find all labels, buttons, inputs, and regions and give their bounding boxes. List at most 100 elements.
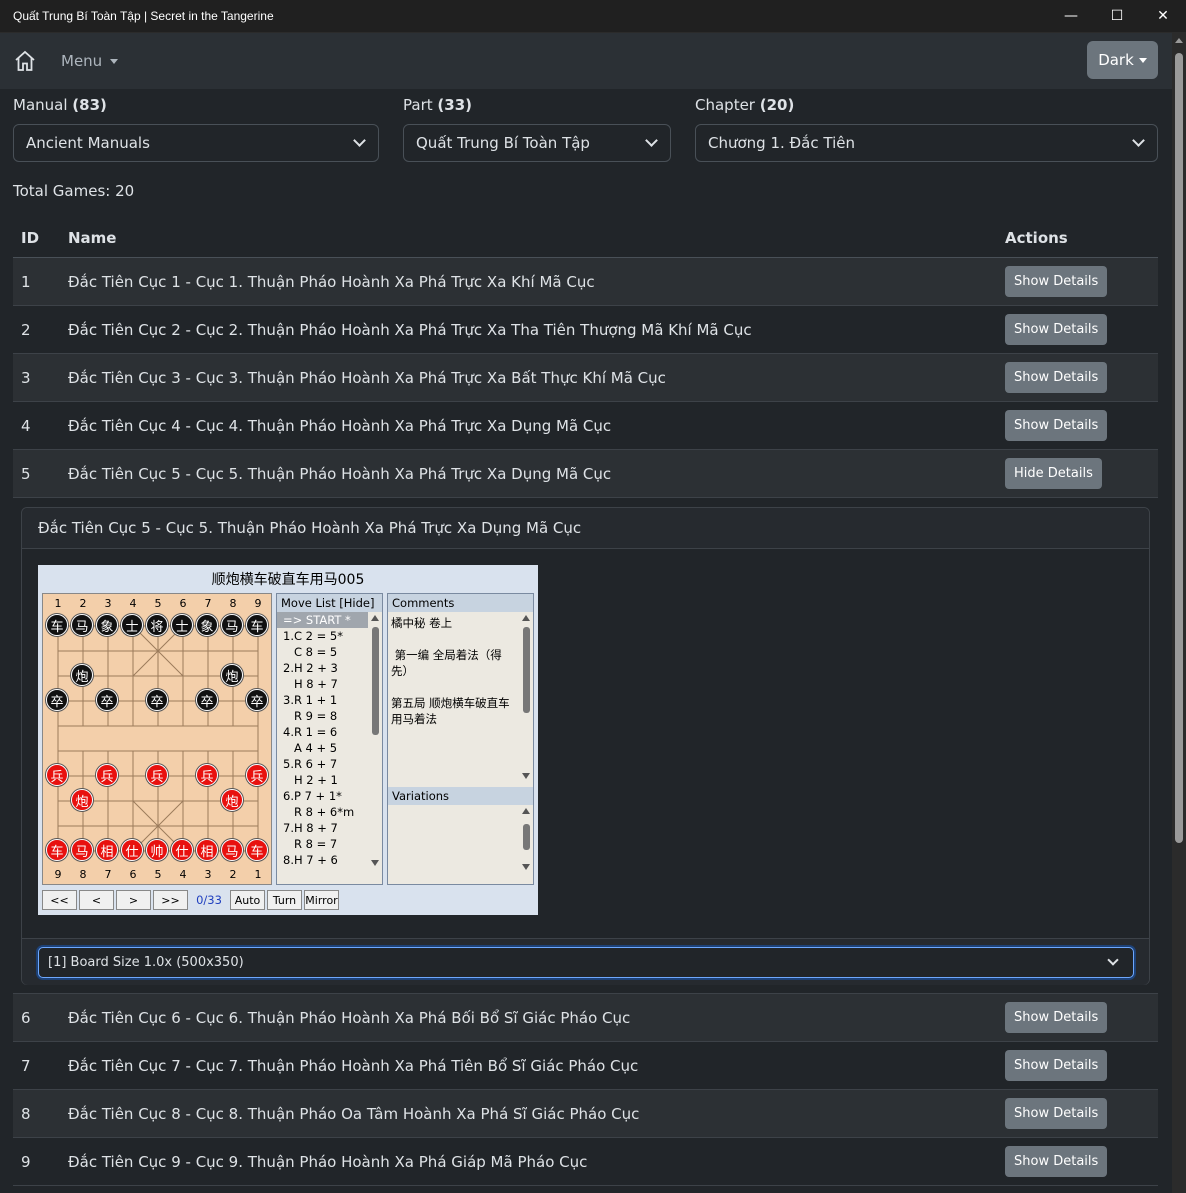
scrollbar-thumb[interactable] bbox=[523, 824, 530, 850]
red-piece[interactable]: 马 bbox=[71, 839, 93, 861]
black-piece[interactable]: 将 bbox=[146, 614, 168, 636]
black-piece[interactable]: 卒 bbox=[246, 689, 268, 711]
first-move-button[interactable]: << bbox=[42, 890, 77, 910]
table-row: 8 Đắc Tiên Cục 8 - Cục 8. Thuận Pháo Oa T… bbox=[13, 1090, 1158, 1138]
last-move-button[interactable]: >> bbox=[153, 890, 188, 910]
move-list-scrollbar[interactable] bbox=[369, 613, 382, 866]
red-piece[interactable]: 兵 bbox=[246, 764, 268, 786]
details-toggle-button[interactable]: Show Details bbox=[1005, 314, 1108, 345]
move-item[interactable]: H 8 + 7 bbox=[277, 676, 368, 692]
move-item[interactable]: H 2 + 1 bbox=[277, 772, 368, 788]
black-piece[interactable]: 车 bbox=[246, 614, 268, 636]
move-item[interactable]: => START * bbox=[277, 612, 368, 628]
variations-scrollbar[interactable] bbox=[520, 806, 533, 872]
games-table: ID Name Actions 1 Đắc Tiên Cục 1 - Cục 1.… bbox=[13, 218, 1158, 1186]
table-row: 6 Đắc Tiên Cục 6 - Cục 6. Thuận Pháo Hoàn… bbox=[13, 994, 1158, 1042]
scroll-up-icon[interactable] bbox=[522, 615, 530, 621]
next-move-button[interactable]: > bbox=[116, 890, 151, 910]
minimize-button[interactable]: — bbox=[1048, 0, 1094, 33]
part-select[interactable]: Quất Trung Bí Toàn Tập bbox=[403, 124, 671, 162]
red-piece[interactable]: 炮 bbox=[71, 789, 93, 811]
move-item[interactable]: R 8 + 6*m bbox=[277, 804, 368, 820]
move-list-header[interactable]: Move List [Hide] bbox=[277, 594, 382, 612]
red-piece[interactable]: 车 bbox=[46, 839, 68, 861]
red-piece[interactable]: 炮 bbox=[221, 789, 243, 811]
move-item[interactable]: A 4 + 5 bbox=[277, 740, 368, 756]
comments-scrollbar[interactable] bbox=[520, 613, 533, 781]
scroll-down-icon[interactable] bbox=[522, 773, 530, 779]
red-piece[interactable]: 相 bbox=[196, 839, 218, 861]
scroll-up-icon[interactable] bbox=[522, 808, 530, 814]
prev-move-button[interactable]: < bbox=[79, 890, 114, 910]
details-toggle-button[interactable]: Show Details bbox=[1005, 1050, 1108, 1081]
move-item[interactable]: R 8 = 7 bbox=[277, 836, 368, 852]
xiangqi-board[interactable]: 123456789 987654321 车马象士将士象马车炮炮卒卒卒卒卒兵兵兵兵… bbox=[42, 593, 272, 885]
move-item[interactable]: 6.P 7 + 1* bbox=[277, 788, 368, 804]
move-item[interactable]: 8.H 7 + 6 bbox=[277, 852, 368, 868]
black-piece[interactable]: 车 bbox=[46, 614, 68, 636]
move-item[interactable]: 2.H 2 + 3 bbox=[277, 660, 368, 676]
black-piece[interactable]: 卒 bbox=[146, 689, 168, 711]
theme-button[interactable]: Dark bbox=[1087, 41, 1158, 79]
column-number: 6 bbox=[129, 868, 137, 881]
board-size-select[interactable]: [1] Board Size 1.0x (500x350) bbox=[38, 947, 1134, 978]
black-piece[interactable]: 炮 bbox=[71, 664, 93, 686]
black-piece[interactable]: 士 bbox=[171, 614, 193, 636]
black-piece[interactable]: 卒 bbox=[46, 689, 68, 711]
red-piece[interactable]: 车 bbox=[246, 839, 268, 861]
red-piece[interactable]: 仕 bbox=[171, 839, 193, 861]
home-icon[interactable] bbox=[13, 49, 37, 73]
maximize-button[interactable]: ☐ bbox=[1094, 0, 1140, 33]
black-piece[interactable]: 象 bbox=[196, 614, 218, 636]
scrollbar-thumb[interactable] bbox=[523, 627, 530, 713]
column-number: 9 bbox=[254, 597, 262, 610]
red-piece[interactable]: 仕 bbox=[121, 839, 143, 861]
red-piece[interactable]: 兵 bbox=[146, 764, 168, 786]
mirror-button[interactable]: Mirror bbox=[304, 890, 339, 910]
table-row: 2 Đắc Tiên Cục 2 - Cục 2. Thuận Pháo Hoàn… bbox=[13, 306, 1158, 354]
black-piece[interactable]: 炮 bbox=[221, 664, 243, 686]
black-piece[interactable]: 象 bbox=[96, 614, 118, 636]
scrollbar-thumb[interactable] bbox=[372, 627, 379, 735]
details-toggle-button[interactable]: Show Details bbox=[1005, 1146, 1108, 1177]
black-piece[interactable]: 马 bbox=[71, 614, 93, 636]
red-piece[interactable]: 兵 bbox=[96, 764, 118, 786]
scroll-up-icon[interactable] bbox=[1175, 38, 1183, 43]
red-piece[interactable]: 马 bbox=[221, 839, 243, 861]
column-number: 9 bbox=[54, 868, 62, 881]
red-piece[interactable]: 兵 bbox=[196, 764, 218, 786]
move-item[interactable]: 5.R 6 + 7 bbox=[277, 756, 368, 772]
black-piece[interactable]: 卒 bbox=[96, 689, 118, 711]
table-row: 9 Đắc Tiên Cục 9 - Cục 9. Thuận Pháo Hoàn… bbox=[13, 1138, 1158, 1186]
move-counter: 0/33 bbox=[196, 893, 222, 907]
black-piece[interactable]: 士 bbox=[121, 614, 143, 636]
details-toggle-button[interactable]: Show Details bbox=[1005, 410, 1108, 441]
scrollbar-thumb[interactable] bbox=[1175, 53, 1183, 843]
move-item[interactable]: C 8 = 5 bbox=[277, 644, 368, 660]
close-button[interactable]: ✕ bbox=[1140, 0, 1186, 33]
details-toggle-button[interactable]: Hide Details bbox=[1005, 458, 1102, 489]
page-scrollbar[interactable] bbox=[1172, 33, 1186, 1193]
details-toggle-button[interactable]: Show Details bbox=[1005, 266, 1108, 297]
red-piece[interactable]: 兵 bbox=[46, 764, 68, 786]
black-piece[interactable]: 卒 bbox=[196, 689, 218, 711]
chapter-select[interactable]: Chương 1. Đắc Tiên bbox=[695, 124, 1158, 162]
turn-button[interactable]: Turn bbox=[267, 890, 302, 910]
move-item[interactable]: 1.C 2 = 5* bbox=[277, 628, 368, 644]
manual-select[interactable]: Ancient Manuals bbox=[13, 124, 379, 162]
red-piece[interactable]: 相 bbox=[96, 839, 118, 861]
details-toggle-button[interactable]: Show Details bbox=[1005, 1002, 1108, 1033]
move-item[interactable]: 7.H 8 + 7 bbox=[277, 820, 368, 836]
auto-button[interactable]: Auto bbox=[230, 890, 265, 910]
scroll-down-icon[interactable] bbox=[522, 864, 530, 870]
move-item[interactable]: 4.R 1 = 6 bbox=[277, 724, 368, 740]
black-piece[interactable]: 马 bbox=[221, 614, 243, 636]
details-toggle-button[interactable]: Show Details bbox=[1005, 1098, 1108, 1129]
details-toggle-button[interactable]: Show Details bbox=[1005, 362, 1108, 393]
scroll-down-icon[interactable] bbox=[371, 860, 379, 866]
scroll-up-icon[interactable] bbox=[371, 615, 379, 621]
red-piece[interactable]: 帅 bbox=[146, 839, 168, 861]
menu-dropdown[interactable]: Menu bbox=[61, 52, 119, 70]
move-item[interactable]: R 9 = 8 bbox=[277, 708, 368, 724]
move-item[interactable]: 3.R 1 + 1 bbox=[277, 692, 368, 708]
